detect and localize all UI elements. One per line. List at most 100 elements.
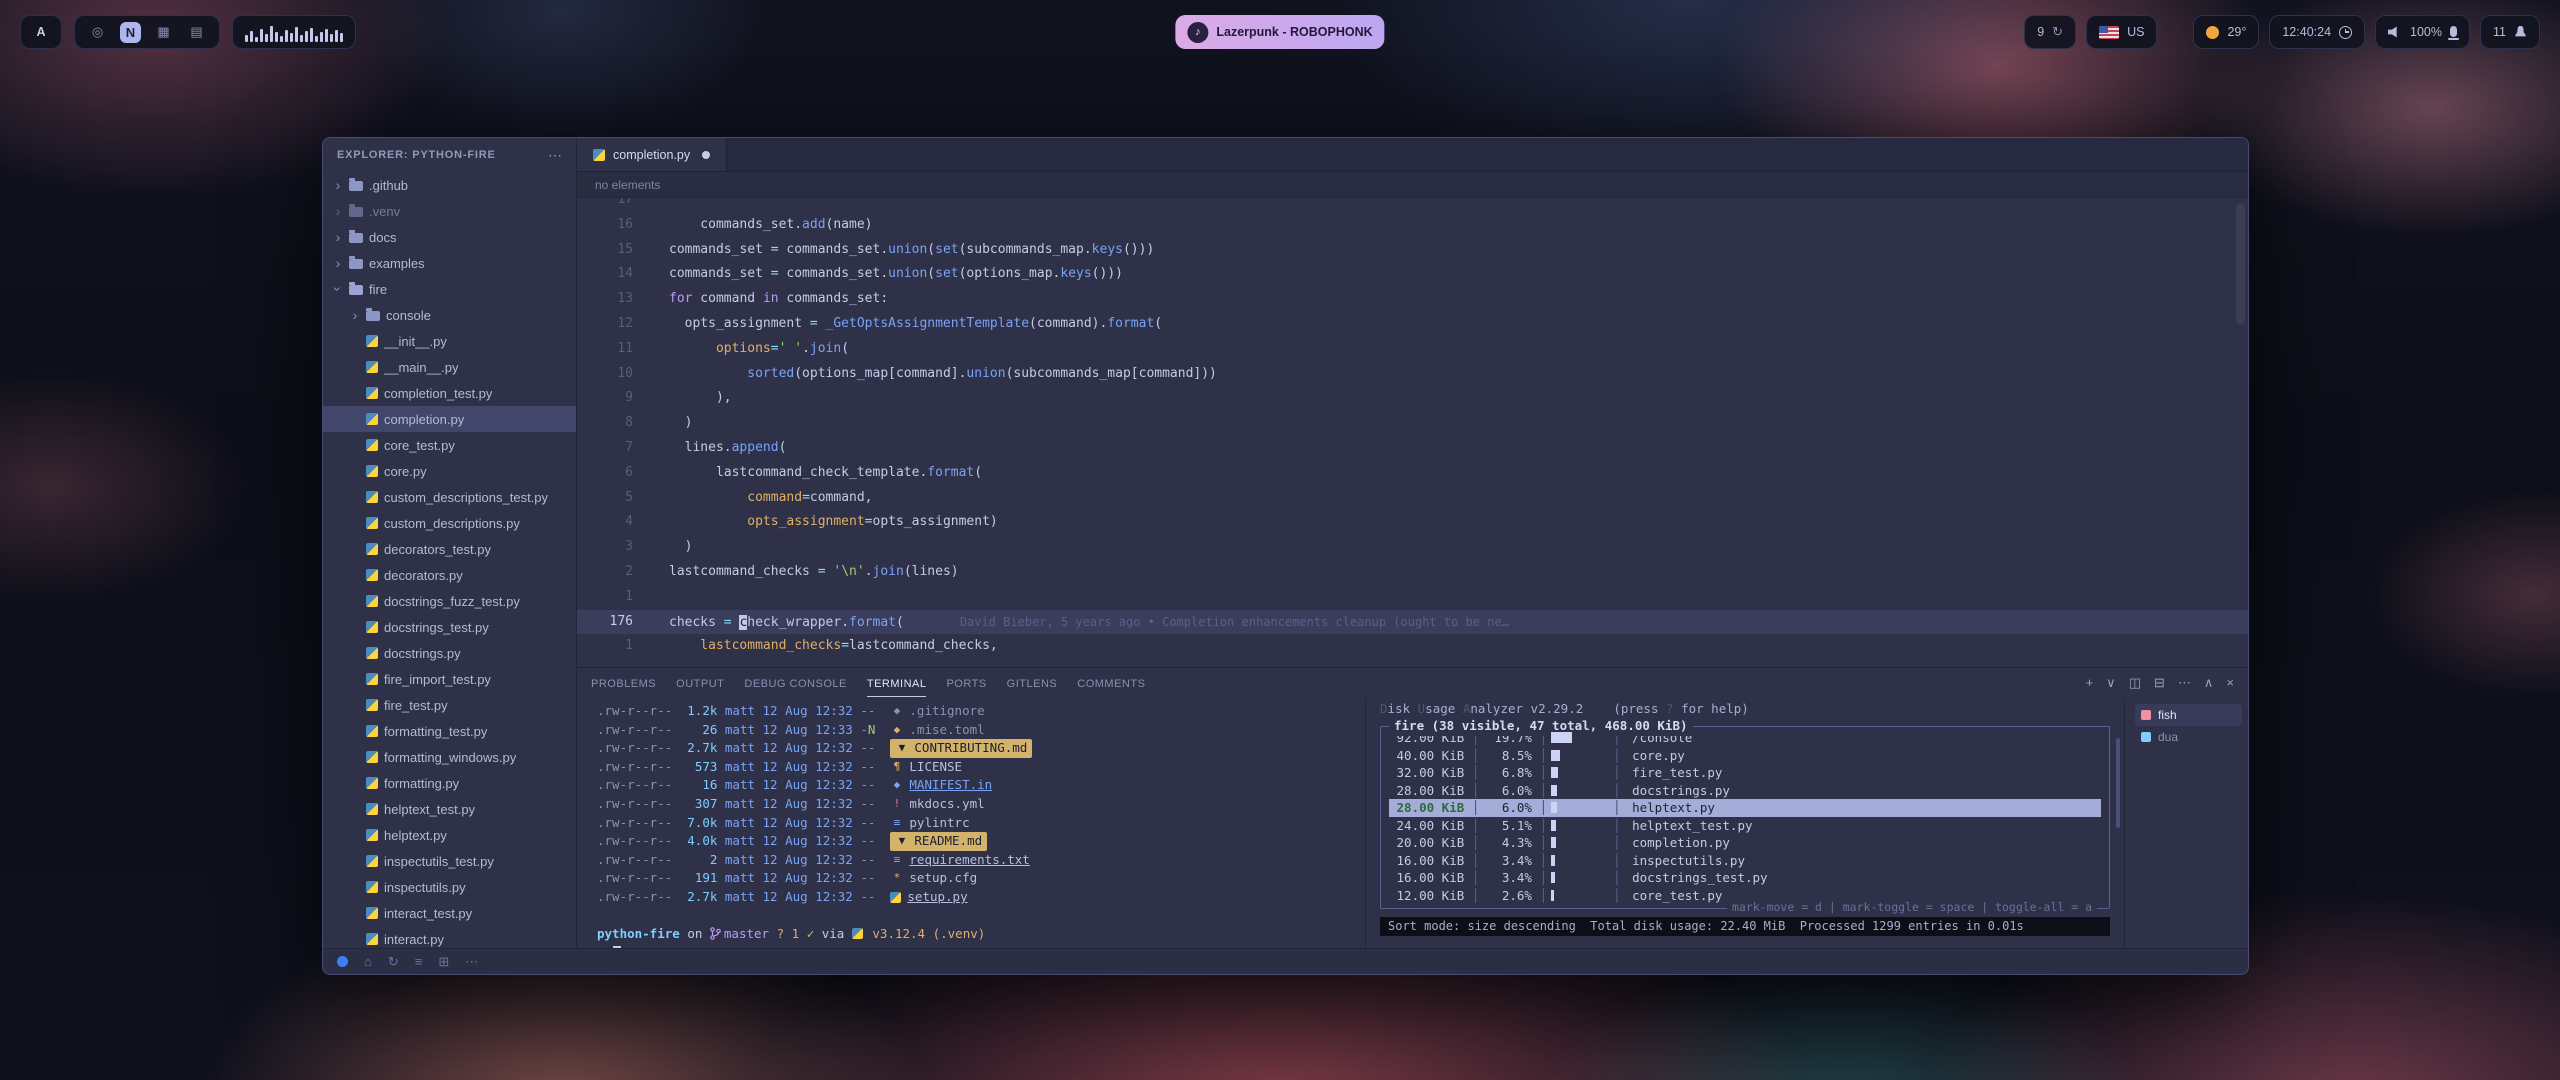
more-actions-icon[interactable]: ⋯ bbox=[2178, 675, 2191, 691]
code-line[interactable]: 11options=' '.join( bbox=[577, 337, 2248, 362]
code-line[interactable]: 13for command in commands_set: bbox=[577, 287, 2248, 312]
tree-file-custom_descriptions_test.py[interactable]: custom_descriptions_test.py bbox=[323, 484, 576, 510]
split-terminal-icon[interactable]: ◫ bbox=[2129, 675, 2141, 691]
code-line[interactable]: 12opts_assignment = _GetOptsAssignmentTe… bbox=[577, 312, 2248, 337]
code-line[interactable]: 3) bbox=[577, 535, 2248, 560]
code-line[interactable]: 15commands_set = commands_set.union(set(… bbox=[577, 238, 2248, 263]
tree-file-decorators.py[interactable]: decorators.py bbox=[323, 562, 576, 588]
workspace-button[interactable]: ▦ bbox=[153, 22, 174, 43]
panel-tab-ports[interactable]: PORTS bbox=[946, 669, 986, 697]
dua-row-core-py[interactable]: 40.00 KiB │ 8.5% ││ core.py bbox=[1389, 747, 2101, 765]
modified-dot-icon[interactable] bbox=[702, 151, 710, 159]
terminal-tab-dua[interactable]: dua bbox=[2135, 726, 2242, 748]
workspace-button[interactable]: ▤ bbox=[186, 22, 207, 43]
tree-folder-docs[interactable]: ›docs bbox=[323, 224, 576, 250]
tree-folder-examples[interactable]: ›examples bbox=[323, 250, 576, 276]
keyboard-layout-pill[interactable]: US bbox=[2086, 15, 2157, 49]
code-line[interactable]: 1lastcommand_checks=lastcommand_checks, bbox=[577, 634, 2248, 659]
tree-file-formatting_test.py[interactable]: formatting_test.py bbox=[323, 718, 576, 744]
panel-tab-problems[interactable]: PROBLEMS bbox=[591, 669, 656, 697]
maximize-panel-icon[interactable]: ∧ bbox=[2204, 675, 2214, 691]
tree-file-formatting_windows.py[interactable]: formatting_windows.py bbox=[323, 744, 576, 770]
tree-file-inspectutils.py[interactable]: inspectutils.py bbox=[323, 874, 576, 900]
tree-folder-console[interactable]: ›console bbox=[323, 302, 576, 328]
home-icon[interactable]: ⌂ bbox=[364, 954, 372, 969]
tree-file-docstrings_test.py[interactable]: docstrings_test.py bbox=[323, 614, 576, 640]
code-line[interactable]: 8) bbox=[577, 411, 2248, 436]
tree-file-__main__.py[interactable]: __main__.py bbox=[323, 354, 576, 380]
dua-row-docstrings-py[interactable]: 28.00 KiB │ 6.0% ││ docstrings.py bbox=[1389, 782, 2101, 800]
panel-tab-terminal[interactable]: TERMINAL bbox=[867, 669, 927, 697]
tree-file-fire_import_test.py[interactable]: fire_import_test.py bbox=[323, 666, 576, 692]
tree-file-completion.py[interactable]: completion.py bbox=[323, 406, 576, 432]
tree-file-fire_test.py[interactable]: fire_test.py bbox=[323, 692, 576, 718]
dua-row-fire-test-py[interactable]: 32.00 KiB │ 6.8% ││ fire_test.py bbox=[1389, 764, 2101, 782]
code-line[interactable]: 16commands_set.add(name) bbox=[577, 213, 2248, 238]
code-line[interactable]: 4opts_assignment=opts_assignment) bbox=[577, 510, 2248, 535]
system-graph-pill[interactable] bbox=[232, 15, 356, 49]
tree-file-completion_test.py[interactable]: completion_test.py bbox=[323, 380, 576, 406]
tree-folder-.github[interactable]: ›.github bbox=[323, 172, 576, 198]
tab-completion-py[interactable]: completion.py bbox=[577, 138, 727, 171]
code-line[interactable]: 9), bbox=[577, 386, 2248, 411]
breadcrumb[interactable]: no elements bbox=[577, 172, 2248, 198]
code-line[interactable]: 5command=command, bbox=[577, 486, 2248, 511]
tree-folder-.venv[interactable]: ›.venv bbox=[323, 198, 576, 224]
tree-file-formatting.py[interactable]: formatting.py bbox=[323, 770, 576, 796]
code-line[interactable]: 14commands_set = commands_set.union(set(… bbox=[577, 262, 2248, 287]
editor-scrollbar[interactable] bbox=[2236, 204, 2245, 324]
tree-file-core.py[interactable]: core.py bbox=[323, 458, 576, 484]
terminal-pane-dua[interactable]: Disk Usage Analyzer v2.29.2 (press ? for… bbox=[1365, 698, 2124, 948]
add-terminal-icon[interactable]: + bbox=[2086, 675, 2094, 691]
dua-scrollbar[interactable] bbox=[2116, 738, 2120, 828]
weather-pill[interactable]: 29° bbox=[2193, 15, 2259, 49]
code-line[interactable]: 6lastcommand_check_template.format( bbox=[577, 461, 2248, 486]
tree-file-core_test.py[interactable]: core_test.py bbox=[323, 432, 576, 458]
tree-file-custom_descriptions.py[interactable]: custom_descriptions.py bbox=[323, 510, 576, 536]
list-icon[interactable]: ≡ bbox=[415, 954, 423, 969]
tree-file-docstrings.py[interactable]: docstrings.py bbox=[323, 640, 576, 666]
notifications-pill[interactable]: 11 bbox=[2480, 15, 2540, 49]
tree-file-__init__.py[interactable]: __init__.py bbox=[323, 328, 576, 354]
code-line[interactable]: 2lastcommand_checks = '\n'.join(lines) bbox=[577, 560, 2248, 585]
kill-terminal-icon[interactable]: ⊟ bbox=[2154, 675, 2165, 691]
tree-file-helptext.py[interactable]: helptext.py bbox=[323, 822, 576, 848]
sync-icon[interactable]: ↻ bbox=[388, 954, 399, 970]
close-panel-icon[interactable]: × bbox=[2226, 675, 2234, 691]
dua-row-inspectutils-py[interactable]: 16.00 KiB │ 3.4% ││ inspectutils.py bbox=[1389, 852, 2101, 870]
code-line[interactable]: 1 bbox=[577, 585, 2248, 610]
volume-pill[interactable]: 100% bbox=[2375, 15, 2470, 49]
tree-file-inspectutils_test.py[interactable]: inspectutils_test.py bbox=[323, 848, 576, 874]
updates-pill[interactable]: 9 ↻ bbox=[2024, 15, 2076, 49]
tree-file-interact.py[interactable]: interact.py bbox=[323, 926, 576, 948]
code-line[interactable]: 176checks = check_wrapper.format(David B… bbox=[577, 610, 2248, 635]
terminal-pane-fish[interactable]: .rw-r--r--1.2kmatt12 Aug 12:32--◆.gitign… bbox=[577, 698, 1365, 948]
tree-file-helptext_test.py[interactable]: helptext_test.py bbox=[323, 796, 576, 822]
launcher-button[interactable]: A bbox=[20, 15, 62, 49]
clock-pill[interactable]: 12:40:24 bbox=[2269, 15, 2365, 49]
terminal-tab-fish[interactable]: fish bbox=[2135, 704, 2242, 726]
dua-row-docstrings-test-py[interactable]: 16.00 KiB │ 3.4% ││ docstrings_test.py bbox=[1389, 869, 2101, 887]
tree-file-docstrings_fuzz_test.py[interactable]: docstrings_fuzz_test.py bbox=[323, 588, 576, 614]
workspace-button[interactable]: ◎ bbox=[87, 22, 108, 43]
panel-tab-output[interactable]: OUTPUT bbox=[676, 669, 724, 697]
chevron-down-icon[interactable]: ∨ bbox=[2106, 675, 2116, 691]
music-player-pill[interactable]: ♪ Lazerpunk - ROBOPHONK bbox=[1175, 15, 1384, 49]
panel-tab-gitlens[interactable]: GITLENS bbox=[1007, 669, 1058, 697]
panel-tab-debug-console[interactable]: DEBUG CONSOLE bbox=[744, 669, 846, 697]
more-icon[interactable]: ⋯ bbox=[465, 954, 478, 970]
tree-file-decorators_test.py[interactable]: decorators_test.py bbox=[323, 536, 576, 562]
dua-row-helptext-test-py[interactable]: 24.00 KiB │ 5.1% ││ helptext_test.py bbox=[1389, 817, 2101, 835]
remote-icon[interactable] bbox=[337, 956, 348, 967]
workspace-button[interactable]: N bbox=[120, 22, 141, 43]
panel-tab-comments[interactable]: COMMENTS bbox=[1077, 669, 1145, 697]
code-line[interactable]: 17""" bbox=[577, 198, 2248, 213]
tree-file-interact_test.py[interactable]: interact_test.py bbox=[323, 900, 576, 926]
code-line[interactable]: 7lines.append( bbox=[577, 436, 2248, 461]
extensions-icon[interactable]: ⊞ bbox=[438, 954, 449, 970]
dua-row-helptext-py[interactable]: 28.00 KiB │ 6.0% ││ helptext.py bbox=[1389, 799, 2101, 817]
tree-folder-fire[interactable]: ›fire bbox=[323, 276, 576, 302]
explorer-more-icon[interactable]: ⋯ bbox=[548, 147, 562, 164]
code-editor[interactable]: 17"""16commands_set.add(name)15commands_… bbox=[577, 198, 2248, 667]
code-line[interactable]: 10sorted(options_map[command].union(subc… bbox=[577, 362, 2248, 387]
